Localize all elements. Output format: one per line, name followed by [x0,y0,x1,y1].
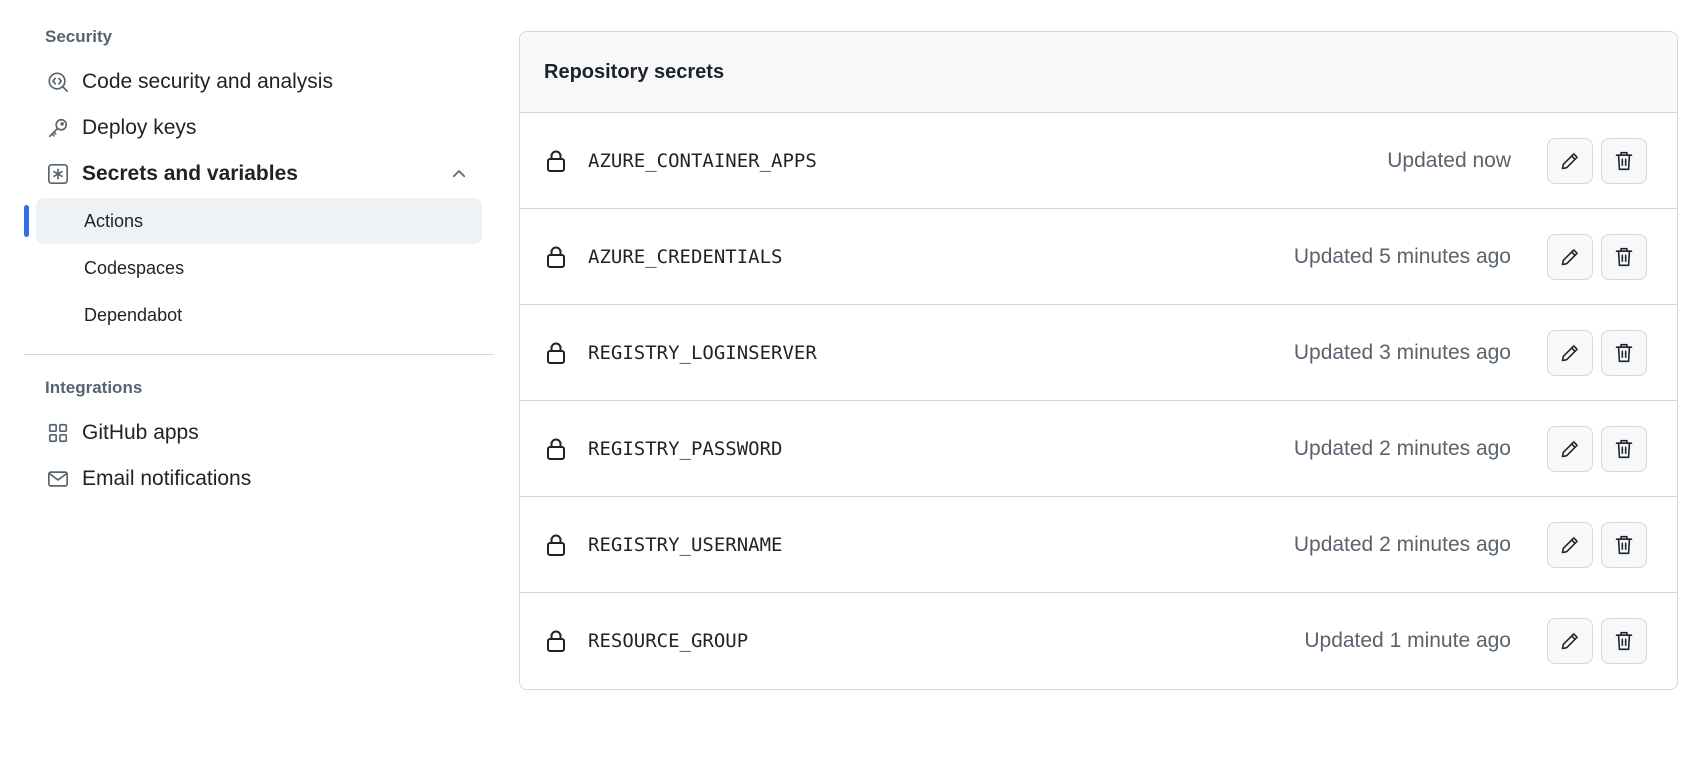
secret-name: RESOURCE_GROUP [588,630,749,652]
secret-updated-timestamp: Updated 1 minute ago [1304,629,1511,652]
trash-icon [1614,246,1634,268]
sidebar-item-deploy-keys[interactable]: Deploy keys [36,106,482,150]
sidebar-item-secrets-and-variables[interactable]: Secrets and variables [36,152,482,196]
secret-actions [1547,425,1647,472]
edit-secret-button[interactable] [1547,521,1593,568]
sidebar-divider [24,354,494,355]
secret-name: AZURE_CREDENTIALS [588,245,783,268]
delete-secret-button[interactable] [1601,618,1647,664]
secret-name: REGISTRY_PASSWORD [588,437,783,460]
trash-icon [1614,534,1634,556]
lock-icon [544,245,568,269]
asterisk-icon [46,162,70,186]
trash-icon [1614,342,1634,364]
active-indicator [24,205,29,237]
sidebar-item-label: Secrets and variables [82,162,298,185]
sidebar-item-label: Email notifications [82,467,252,490]
trash-icon [1614,630,1634,652]
repository-secrets-panel: Repository secrets AZURE_CONTAINER_APPS … [519,31,1678,690]
integrations-section-heading: Integrations [45,378,143,397]
secret-updated-timestamp: Updated 2 minutes ago [1293,532,1511,556]
secret-actions [1547,233,1647,280]
sidebar-subitem-label: Dependabot [84,304,183,325]
sidebar-subitem-label: Actions [84,210,144,231]
sidebar-item-github-apps[interactable]: GitHub apps [36,411,482,455]
secret-row: RESOURCE_GROUP Updated 1 minute ago [520,593,1677,689]
secrets-list: AZURE_CONTAINER_APPS Updated now AZURE_C… [520,113,1677,689]
secret-row: REGISTRY_PASSWORD Updated 2 minutes ago [520,401,1677,497]
sidebar-item-code-security[interactable]: Code security and analysis [36,60,482,104]
secret-name: REGISTRY_USERNAME [588,533,783,556]
panel-title: Repository secrets [520,32,1677,113]
key-icon [46,116,70,140]
edit-secret-button[interactable] [1547,233,1593,280]
mail-icon [46,467,70,491]
apps-icon [46,421,70,445]
pencil-icon [1560,439,1580,459]
edit-secret-button[interactable] [1547,329,1593,376]
sidebar-subitem-actions[interactable]: Actions [24,198,482,244]
secret-actions [1547,329,1647,376]
lock-icon [544,149,568,173]
pencil-icon [1560,343,1580,363]
sidebar-item-email-notifications[interactable]: Email notifications [36,457,482,501]
lock-icon [544,341,568,365]
security-section-heading: Security [45,27,113,46]
sidebar-subitem-codespaces[interactable]: Codespaces [36,245,482,291]
chevron-up-icon[interactable] [448,163,470,185]
codescan-icon [46,70,70,94]
pencil-icon [1560,247,1580,267]
secret-updated-timestamp: Updated 3 minutes ago [1293,340,1511,364]
delete-secret-button[interactable] [1601,233,1647,280]
settings-page: Security Code security and analysis Depl… [0,0,1699,781]
secret-name: AZURE_CONTAINER_APPS [588,149,817,172]
pencil-icon [1560,151,1580,171]
settings-sidebar: Security Code security and analysis Depl… [24,22,494,503]
sidebar-item-label: Deploy keys [82,116,197,139]
trash-icon [1614,438,1634,460]
sidebar-item-label: GitHub apps [82,421,199,444]
secret-actions [1547,618,1647,664]
secret-row: REGISTRY_USERNAME Updated 2 minutes ago [520,497,1677,593]
pencil-icon [1560,631,1580,651]
secret-row: REGISTRY_LOGINSERVER Updated 3 minutes a… [520,305,1677,401]
edit-secret-button[interactable] [1547,425,1593,472]
sidebar-subitem-label: Codespaces [84,257,185,278]
lock-icon [544,533,568,557]
delete-secret-button[interactable] [1601,425,1647,472]
delete-secret-button[interactable] [1601,521,1647,568]
secret-updated-timestamp: Updated now [1387,148,1511,172]
secret-updated-timestamp: Updated 5 minutes ago [1293,244,1511,268]
secret-row: AZURE_CREDENTIALS Updated 5 minutes ago [520,209,1677,305]
edit-secret-button[interactable] [1547,618,1593,664]
lock-icon [544,629,568,653]
sidebar-subitem-dependabot[interactable]: Dependabot [36,292,482,338]
pencil-icon [1560,535,1580,555]
secret-actions [1547,521,1647,568]
secret-actions [1547,137,1647,184]
edit-secret-button[interactable] [1547,137,1593,184]
trash-icon [1614,150,1634,172]
sidebar-item-label: Code security and analysis [82,70,333,93]
secret-updated-timestamp: Updated 2 minutes ago [1293,436,1511,460]
delete-secret-button[interactable] [1601,329,1647,376]
lock-icon [544,437,568,461]
secret-name: REGISTRY_LOGINSERVER [588,341,817,364]
secret-row: AZURE_CONTAINER_APPS Updated now [520,113,1677,209]
delete-secret-button[interactable] [1601,137,1647,184]
